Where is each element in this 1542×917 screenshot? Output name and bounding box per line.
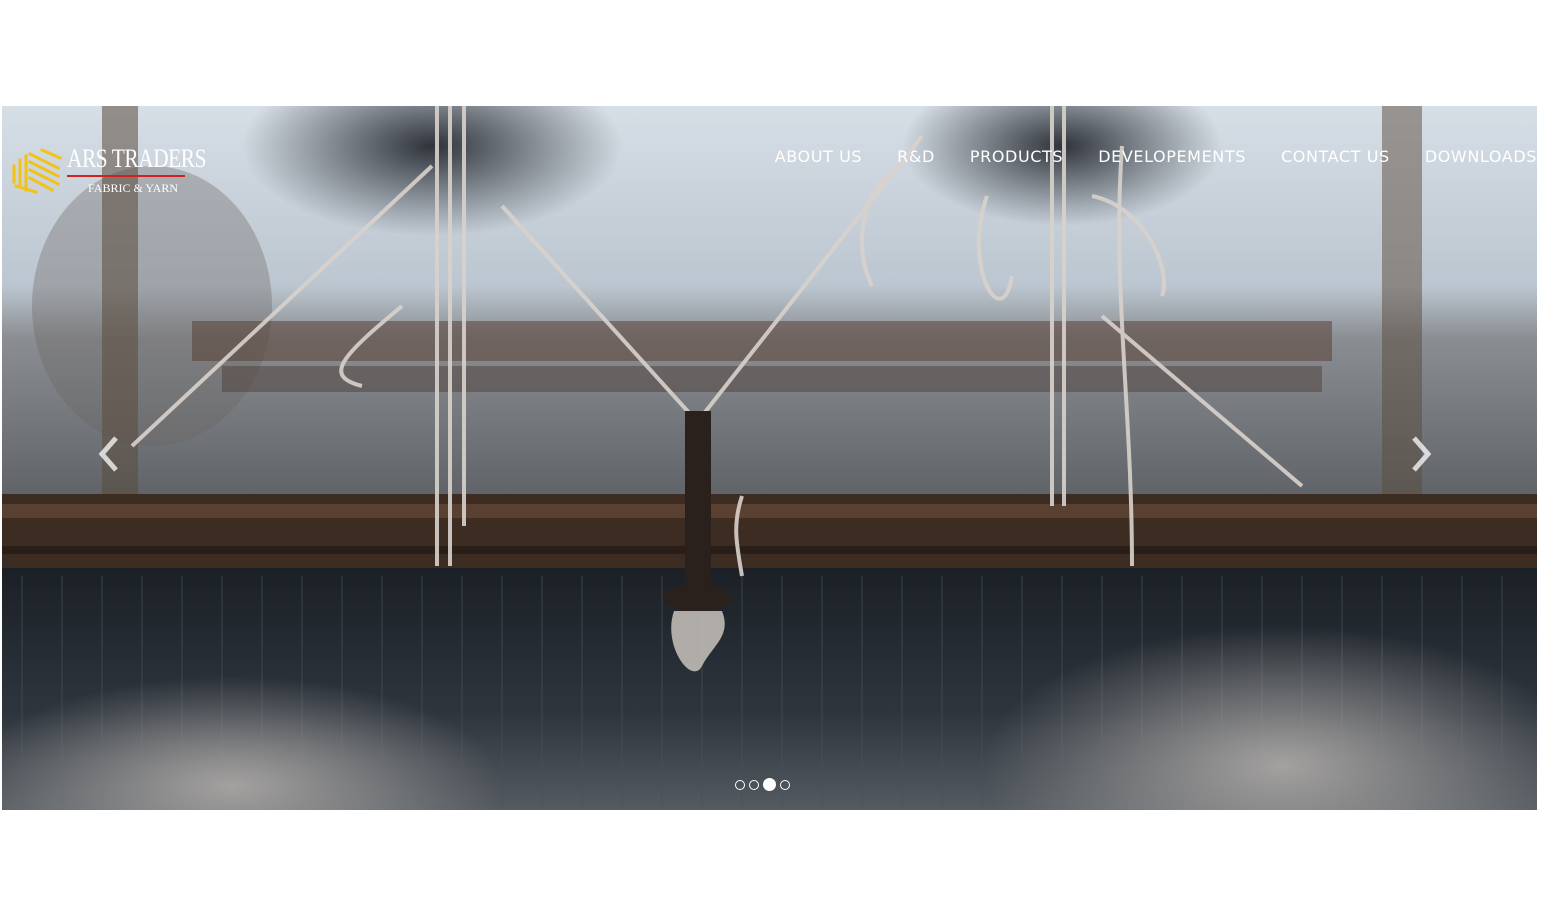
- nav-about-us[interactable]: ABOUT US: [775, 147, 862, 166]
- carousel-indicator-2[interactable]: [749, 779, 759, 790]
- brand-underline: [67, 175, 185, 177]
- brand-name: ARS TRADERS: [67, 144, 207, 173]
- nav-r-and-d[interactable]: R&D: [897, 147, 935, 166]
- nav-contact-us[interactable]: CONTACT US: [1281, 147, 1390, 166]
- carousel-prev-button[interactable]: [94, 432, 124, 476]
- loom-background-image: [2, 106, 1537, 810]
- nav-products[interactable]: PRODUCTS: [970, 147, 1063, 166]
- carousel-indicator-3[interactable]: [763, 778, 776, 791]
- nav-downloads[interactable]: DOWNLOADS: [1425, 147, 1537, 166]
- logo-mark-icon: [12, 148, 62, 194]
- main-navigation: ABOUT US R&D PRODUCTS DEVELOPEMENTS CONT…: [775, 147, 1537, 166]
- brand-logo[interactable]: ARS TRADERS FABRIC & YARN: [12, 144, 206, 204]
- nav-developements[interactable]: DEVELOPEMENTS: [1098, 147, 1246, 166]
- chevron-right-icon: [1412, 436, 1432, 472]
- carousel-indicator-4[interactable]: [780, 779, 790, 790]
- brand-tagline: FABRIC & YARN: [88, 181, 179, 195]
- carousel-indicators: [735, 778, 790, 791]
- page: ARS TRADERS FABRIC & YARN ABOUT US R&D P…: [0, 0, 1542, 917]
- hero-carousel: ARS TRADERS FABRIC & YARN ABOUT US R&D P…: [2, 106, 1537, 810]
- chevron-left-icon: [98, 436, 118, 472]
- carousel-next-button[interactable]: [1406, 432, 1436, 476]
- carousel-indicator-1[interactable]: [735, 779, 745, 790]
